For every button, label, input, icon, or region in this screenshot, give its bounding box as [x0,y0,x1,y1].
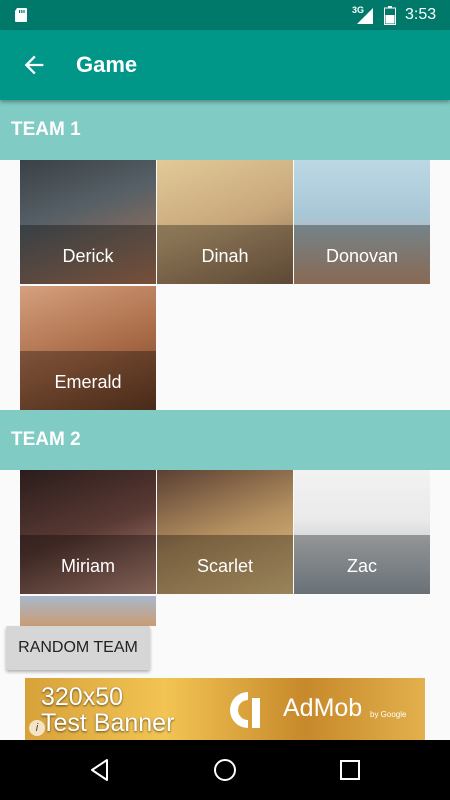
ad-text: 320x50 Test Banner [41,684,174,736]
ad-info-icon[interactable]: i [29,720,45,736]
ad-test-label: Test Banner [41,709,175,737]
admob-brand: AdMob [283,694,363,722]
player-name: Emerald [20,351,156,410]
player-name: Donovan [294,225,430,284]
player-name: Miriam [20,535,156,594]
player-tile-miriam[interactable]: Miriam [20,470,156,594]
signal-icon [357,8,373,24]
app-bar: Game [0,30,450,100]
navigation-bar [0,740,450,800]
battery-icon [384,6,396,25]
random-team-button[interactable]: RANDOM TEAM [6,626,150,670]
player-tile-dinah[interactable]: Dinah [157,160,293,284]
by-google-label: by Google [370,710,407,719]
recents-square-icon[interactable] [337,757,363,783]
ad-banner[interactable]: 320x50 Test Banner AdMob by Google i [25,678,425,740]
sd-card-icon [15,8,27,22]
player-tile-derick[interactable]: Derick [20,160,156,284]
player-tile-emerald[interactable]: Emerald [20,286,156,410]
player-tile-donovan[interactable]: Donovan [294,160,430,284]
player-name: Scarlet [157,535,293,594]
home-circle-icon[interactable] [212,757,238,783]
status-bar: 3G 3:53 [0,0,450,30]
team-1-header: TEAM 1 [0,100,450,160]
page-title: Game [76,52,138,77]
back-arrow-icon[interactable] [20,51,48,79]
admob-logo-icon [230,692,260,728]
player-tile-partial[interactable] [20,596,156,626]
player-name: Zac [294,535,430,594]
player-name: Derick [20,225,156,284]
ad-size-label: 320x50 [41,683,124,711]
player-photo [20,596,156,626]
player-name: Dinah [157,225,293,284]
player-tile-scarlet[interactable]: Scarlet [157,470,293,594]
back-triangle-icon[interactable] [87,757,113,783]
team-2-header: TEAM 2 [0,410,450,470]
clock: 3:53 [405,6,437,23]
player-tile-zac[interactable]: Zac [294,470,430,594]
